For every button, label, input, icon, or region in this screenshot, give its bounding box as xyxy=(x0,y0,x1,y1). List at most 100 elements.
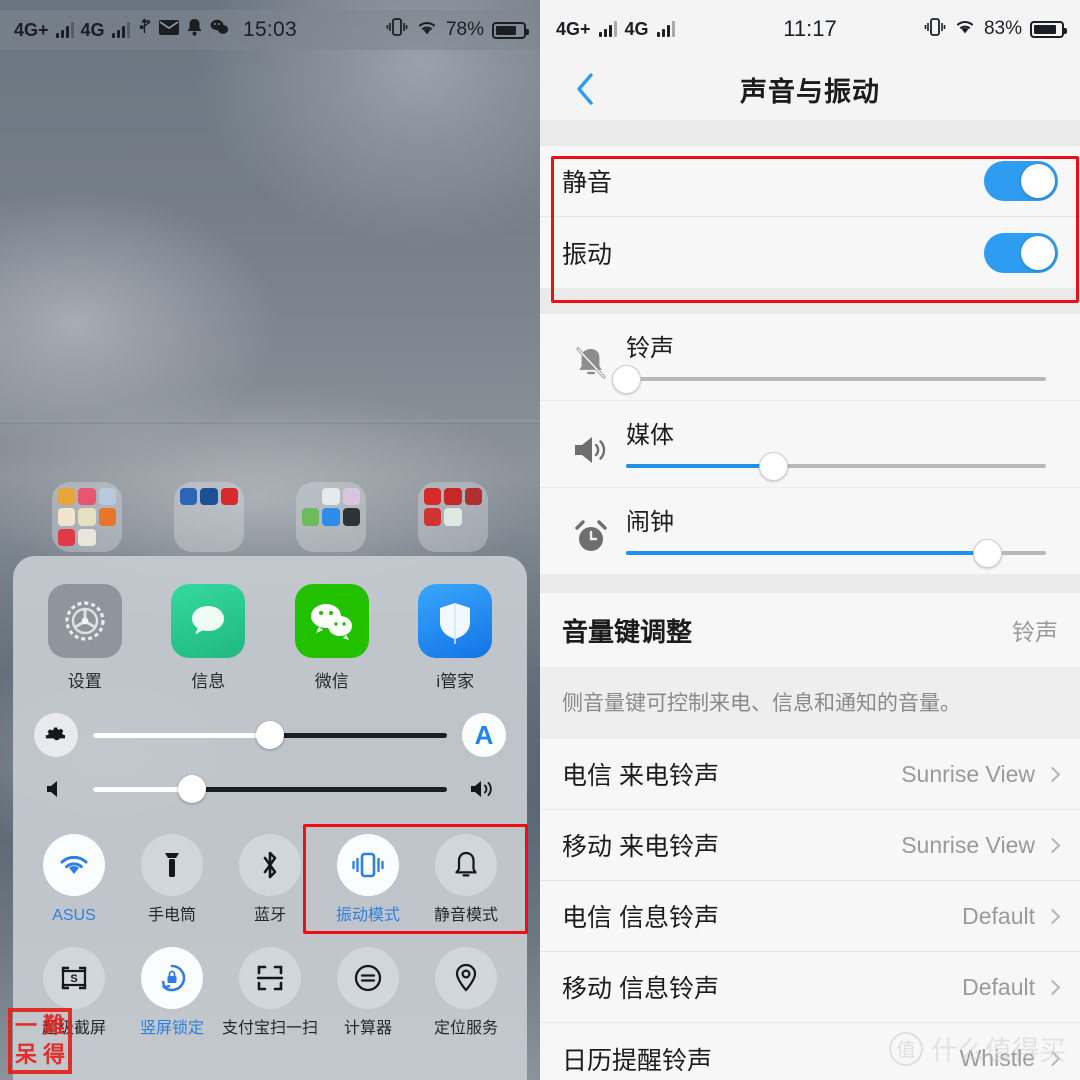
cc-app-shortcut[interactable]: 微信 xyxy=(284,584,380,692)
cc-app-shortcut[interactable]: 设置 xyxy=(37,584,133,692)
left-phone-screen: 4G+ 4G 15:03 78% 设置 信息 微信 i管家 A ASUS 手电筒… xyxy=(0,0,540,1080)
volume-track[interactable] xyxy=(93,775,447,803)
chevron-right-icon xyxy=(1044,908,1061,924)
bell-icon xyxy=(435,834,497,896)
vibrate-toggle[interactable] xyxy=(984,232,1058,273)
toggle-label: 蓝牙 xyxy=(253,907,286,924)
right-phone-screen: 4G+ 4G 11:17 83% 声音与振动 静音 振动 铃声 媒体 闹钟 音量… xyxy=(540,0,1080,1080)
row-label: 移动 来电铃声 xyxy=(562,833,719,861)
control-center-toggles-row-1: ASUS 手电筒 蓝牙 振动模式 静音模式 xyxy=(13,820,527,931)
svg-text:S: S xyxy=(70,973,77,985)
alarm-volume-track[interactable] xyxy=(626,538,1046,568)
page-title: 声音与振动 xyxy=(740,76,880,107)
toggle-rotation-lock[interactable]: 竖屏锁定 xyxy=(124,947,220,1038)
battery-icon xyxy=(1030,20,1067,38)
cc-app-shortcut[interactable]: i管家 xyxy=(407,584,503,692)
toggle-calculator[interactable]: 计算器 xyxy=(320,947,416,1038)
messages-bubble-icon xyxy=(171,584,246,658)
usb-icon xyxy=(137,17,152,43)
speaker-loud-icon[interactable] xyxy=(461,766,507,812)
app-folder[interactable] xyxy=(296,482,366,552)
volume-row-media[interactable]: 媒体 xyxy=(540,401,1080,488)
seal-char: 難 xyxy=(42,1013,65,1039)
volume-label: 闹钟 xyxy=(626,509,674,536)
scan-qr-icon xyxy=(239,947,301,1010)
row-label: 日历提醒铃声 xyxy=(562,1046,713,1075)
cc-app-shortcut[interactable]: 信息 xyxy=(160,584,256,692)
row-value: Sunrise View xyxy=(901,831,1035,858)
chevron-right-icon xyxy=(1044,979,1061,995)
volume-key-hint: 侧音量键可控制来电、信息和通知的音量。 xyxy=(540,667,1080,739)
auto-brightness-a-icon[interactable]: A xyxy=(461,712,507,758)
bluetooth-icon xyxy=(239,834,301,896)
cc-app-label: 设置 xyxy=(67,672,102,691)
section-gap xyxy=(540,575,1080,593)
switches-card: 静音 振动 xyxy=(540,146,1080,288)
toggle-location-service[interactable]: 定位服务 xyxy=(418,947,514,1038)
watermark-badge: 值 xyxy=(889,1031,923,1066)
left-status-bar: 4G+ 4G 15:03 78% xyxy=(0,10,540,50)
vibrate-icon xyxy=(924,17,946,41)
toggle-vibrate-mode[interactable]: 振动模式 xyxy=(320,834,416,925)
row-value-wrap: Default xyxy=(962,974,1061,1001)
app-folder[interactable] xyxy=(174,482,244,552)
shield-icon xyxy=(418,584,493,658)
setting-row-silent[interactable]: 静音 xyxy=(540,146,1080,217)
seal-char: 一 xyxy=(14,1013,37,1039)
volume-key-row[interactable]: 音量键调整 铃声 xyxy=(540,593,1080,667)
wifi-icon xyxy=(416,19,438,42)
app-folder[interactable] xyxy=(418,482,488,552)
toggle-flashlight[interactable]: 手电筒 xyxy=(124,834,220,925)
wifi-icon xyxy=(43,834,105,896)
toggle-alipay-scan[interactable]: 支付宝扫一扫 xyxy=(222,947,318,1038)
media-volume-track[interactable] xyxy=(626,451,1046,481)
settings-gear-icon xyxy=(47,584,122,658)
signal-bars-icon-2 xyxy=(111,22,130,38)
volume-slider-row[interactable] xyxy=(33,762,507,816)
volume-row-alarm[interactable]: 闹钟 xyxy=(540,488,1080,575)
chevron-left-icon[interactable] xyxy=(568,72,602,106)
silent-toggle[interactable] xyxy=(984,161,1058,201)
toggle-label: 定位服务 xyxy=(433,1020,498,1038)
control-center-app-shortcuts: 设置 信息 微信 i管家 xyxy=(13,572,527,698)
network-label-1: 4G+ xyxy=(556,18,591,39)
calculator-icon xyxy=(337,947,399,1010)
control-center-sliders: A xyxy=(13,698,527,820)
battery-percent-label: 78% xyxy=(445,19,484,40)
setting-row-vibrate[interactable]: 振动 xyxy=(540,217,1080,288)
toggle-label: 竖屏锁定 xyxy=(139,1020,204,1038)
ringtone-row-telecom-sms[interactable]: 电信 信息铃声 Default xyxy=(540,881,1080,952)
row-label: 电信 来电铃声 xyxy=(562,762,719,790)
toggle-wifi[interactable]: ASUS xyxy=(26,834,122,925)
notification-bell-icon xyxy=(186,18,203,42)
network-label-2: 4G xyxy=(624,18,649,39)
mail-icon xyxy=(158,19,179,41)
network-label-2: 4G xyxy=(80,19,105,40)
ringtone-row-mobile-sms[interactable]: 移动 信息铃声 Default xyxy=(540,952,1080,1023)
horizon-line xyxy=(0,420,540,424)
row-label: 音量键调整 xyxy=(562,616,693,647)
location-pin-icon xyxy=(435,947,497,1010)
gear-icon[interactable] xyxy=(33,712,79,758)
seal-watermark: 一 難 呆 得 xyxy=(8,1008,72,1074)
cc-app-label: i管家 xyxy=(436,672,475,691)
ringtone-row-telecom-call[interactable]: 电信 来电铃声 Sunrise View xyxy=(540,739,1080,810)
row-label: 静音 xyxy=(562,169,613,197)
row-value: Default xyxy=(962,902,1035,929)
row-value-wrap: Sunrise View xyxy=(901,831,1061,859)
volume-row-ringtone[interactable]: 铃声 xyxy=(540,314,1080,401)
right-clock: 11:17 xyxy=(783,16,837,41)
seal-char: 呆 xyxy=(14,1042,37,1068)
ringtone-row-mobile-call[interactable]: 移动 来电铃声 Sunrise View xyxy=(540,810,1080,881)
brightness-slider-row[interactable]: A xyxy=(33,708,507,762)
watermark-text: 什么值得买 xyxy=(931,1036,1066,1066)
speaker-mute-icon[interactable] xyxy=(33,766,79,812)
ringtone-volume-track[interactable] xyxy=(611,364,1046,394)
screenshot-stage: 4G+ 4G 15:03 78% 设置 信息 微信 i管家 A ASUS 手电筒… xyxy=(0,0,1080,1080)
toggle-bluetooth[interactable]: 蓝牙 xyxy=(222,834,318,925)
app-folder[interactable] xyxy=(52,482,122,552)
toggle-silent-mode[interactable]: 静音模式 xyxy=(418,834,514,925)
cc-app-label: 微信 xyxy=(314,672,349,691)
brightness-track[interactable] xyxy=(93,721,447,749)
screenshot-icon: S xyxy=(43,947,105,1010)
